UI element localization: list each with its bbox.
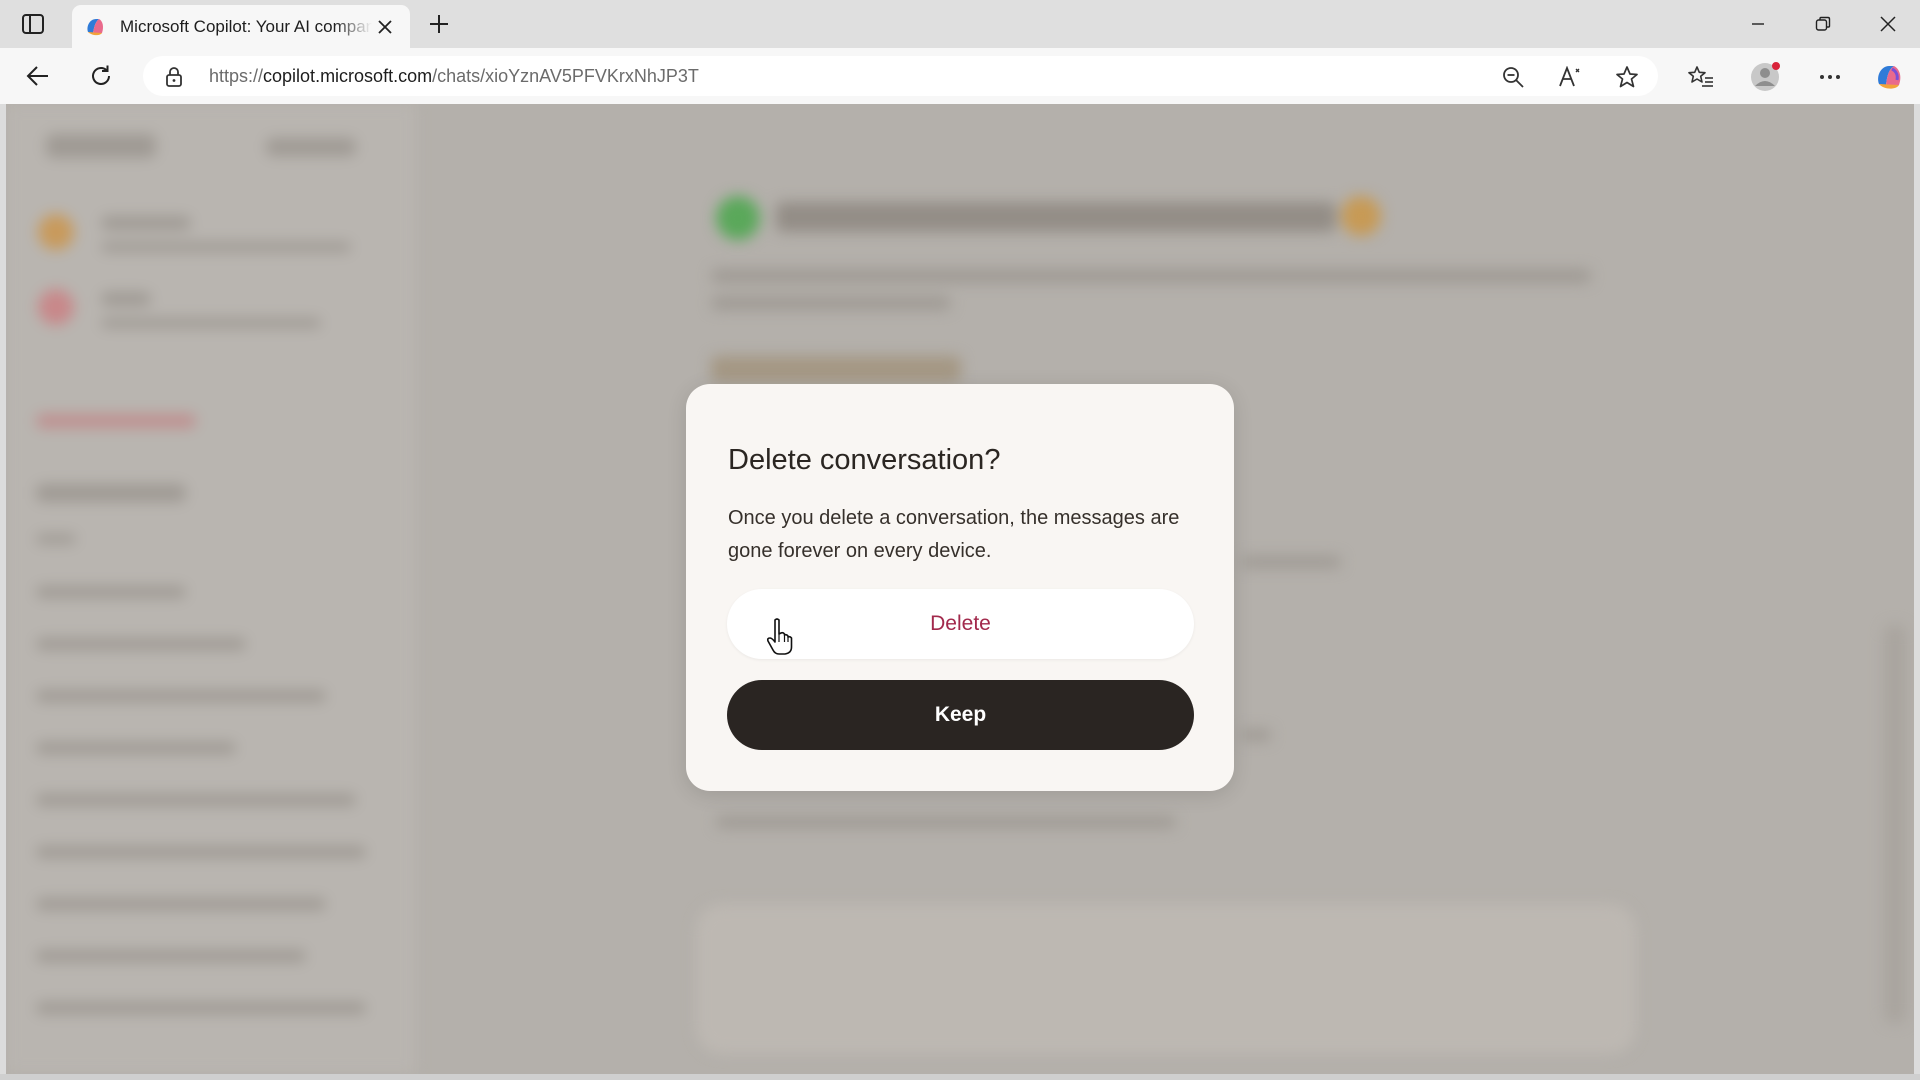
more-dots-icon[interactable] [1813,60,1847,94]
address-bar[interactable]: https://copilot.microsoft.com/chats/xioY… [143,56,1658,96]
blurred-text [36,690,326,702]
blurred-text [101,216,191,230]
blurred-text [36,794,356,806]
blurred-text [36,1002,366,1014]
blurred-text [36,414,196,428]
blurred-text [36,846,366,858]
plus-icon [430,15,448,33]
minimize-icon [1752,23,1764,25]
blurred-text [36,534,76,544]
browser-toolbar: https://copilot.microsoft.com/chats/xioY… [0,48,1920,104]
blurred-text [1241,556,1341,568]
back-arrow-icon [26,66,48,86]
blurred-text [716,816,1176,828]
favorites-list-icon[interactable] [1684,60,1718,94]
copilot-favicon-icon [87,18,103,35]
lock-icon[interactable] [165,66,183,88]
close-tab-icon[interactable] [372,14,398,40]
refresh-icon [92,65,110,85]
blurred-text [101,292,151,306]
browser-tab[interactable]: Microsoft Copilot: Your AI companion [72,5,410,48]
blurred-emoji [1341,196,1381,236]
blurred-text [36,950,306,962]
tab-actions-icon[interactable] [20,12,46,36]
blurred-heading [776,202,1336,232]
read-aloud-icon[interactable] [1555,62,1585,92]
browser-titlebar: Microsoft Copilot: Your AI companion [0,0,1920,48]
blurred-text [36,742,236,754]
close-icon [1880,16,1896,32]
blurred-chat-input [696,904,1636,1054]
back-button[interactable] [22,60,54,92]
blurred-text [36,484,186,502]
blurred-text [101,242,351,252]
blurred-emoji [716,196,760,240]
restore-button[interactable] [1801,8,1845,40]
delete-conversation-dialog: Delete conversation? Once you delete a c… [686,384,1234,791]
blurred-avatar [38,289,74,325]
dialog-message: Once you delete a conversation, the mess… [728,507,1180,562]
delete-button[interactable]: Delete [727,589,1194,659]
blurred-logo [46,134,156,158]
profile-avatar-icon[interactable] [1749,60,1783,94]
restore-icon [1815,16,1831,31]
refresh-button[interactable] [85,60,117,92]
copilot-icon[interactable] [1872,60,1906,94]
window-bottom-edge [0,1074,1920,1080]
blurred-text [711,269,1591,283]
blurred-text [36,638,246,650]
new-tab-button[interactable] [425,10,453,38]
keep-button[interactable]: Keep [727,680,1194,750]
blurred-sidebar-buttons [266,138,356,156]
blurred-text [1241,729,1271,741]
blurred-scrollbar [1884,624,1906,1024]
blurred-text [36,586,186,598]
star-icon[interactable] [1612,62,1642,92]
url-text[interactable]: https://copilot.microsoft.com/chats/xioY… [209,66,699,87]
blurred-avatar [38,214,74,250]
blurred-text [36,898,326,910]
blurred-heading [711,356,961,382]
tab-title: Microsoft Copilot: Your AI companion [120,16,372,36]
zoom-out-icon[interactable] [1498,62,1528,92]
minimize-button[interactable] [1736,8,1780,40]
blurred-text [101,318,321,328]
dialog-title: Delete conversation? [728,444,1001,476]
close-window-button[interactable] [1866,8,1910,40]
hand-pointer-icon [766,618,793,655]
blurred-text [711,296,951,310]
